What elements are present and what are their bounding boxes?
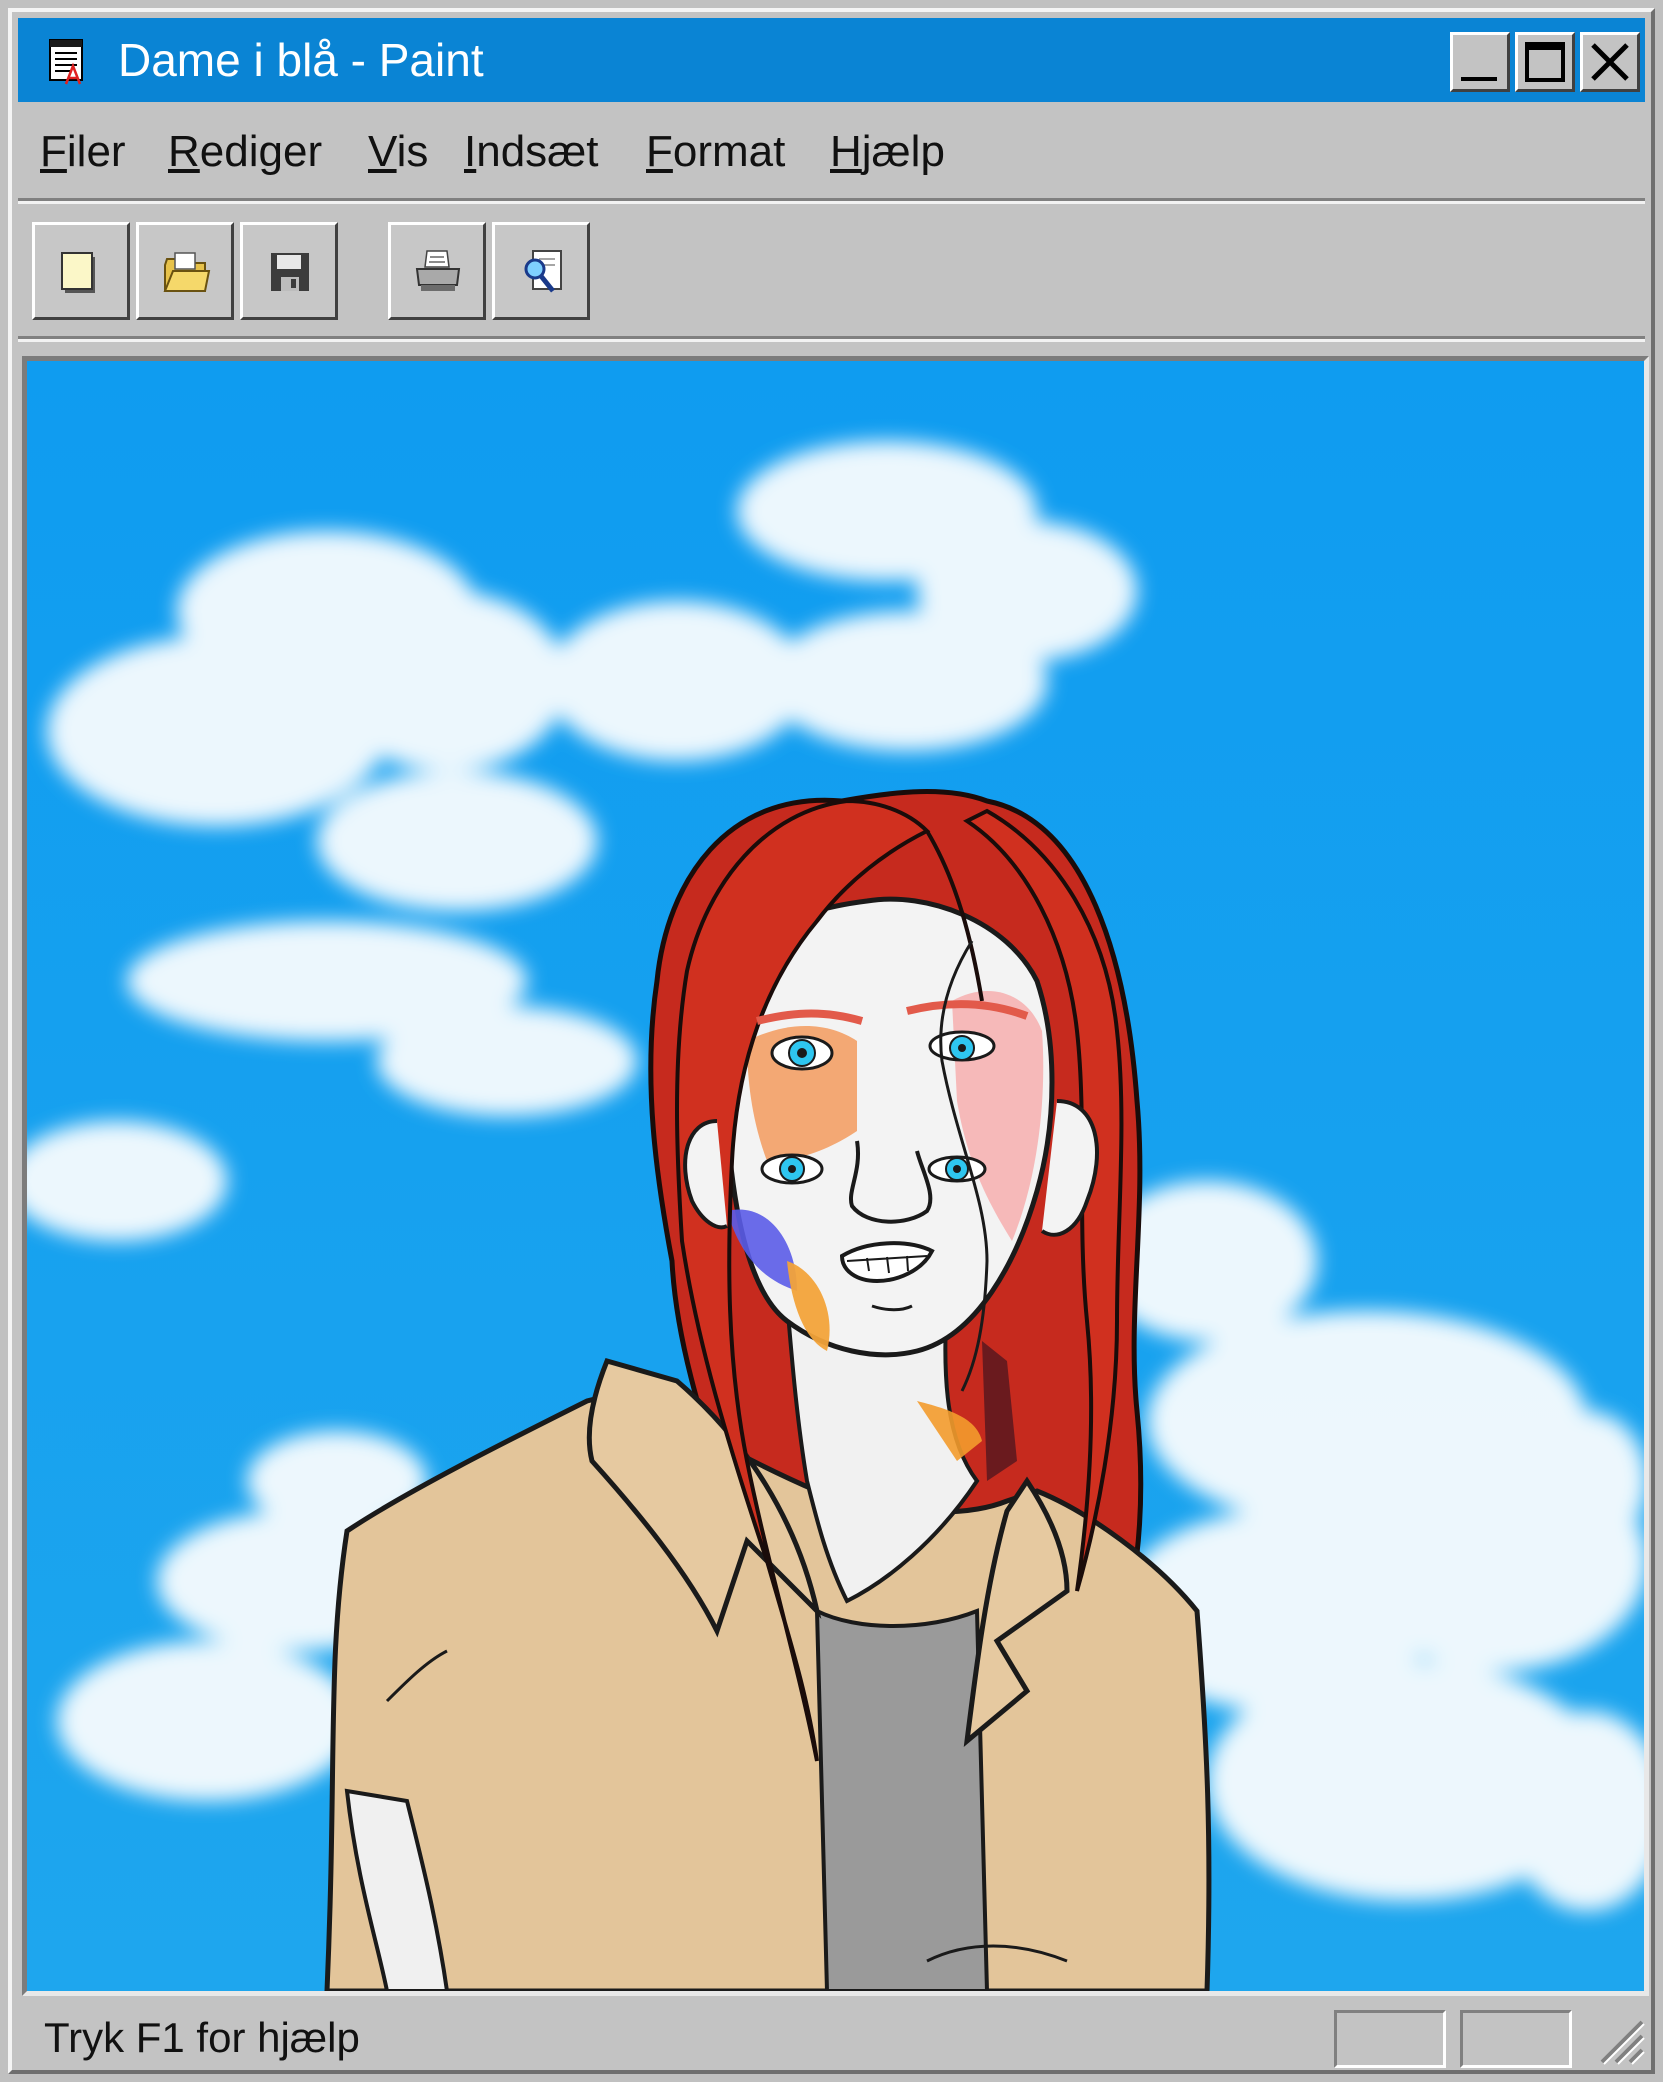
toolbar-separator xyxy=(18,336,1645,342)
print-preview-button[interactable] xyxy=(492,222,590,320)
open-folder-icon xyxy=(163,252,211,292)
shirt xyxy=(814,1607,990,1991)
status-bar: Tryk F1 for hjælp xyxy=(18,2006,1645,2070)
menu-format[interactable]: Format xyxy=(646,126,785,178)
menu-indsaet[interactable]: Indsæt xyxy=(464,126,599,178)
new-document-icon xyxy=(61,252,95,293)
title-bar[interactable]: Dame i blå - Paint xyxy=(18,18,1645,102)
menu-rediger[interactable]: Rediger xyxy=(168,126,322,178)
status-text: Tryk F1 for hjælp xyxy=(44,2014,360,2061)
painting xyxy=(27,361,1644,1991)
menu-separator xyxy=(18,198,1645,204)
close-button[interactable] xyxy=(1580,32,1640,92)
menu-hjaelp[interactable]: Hjælp xyxy=(830,126,945,178)
status-panel-1 xyxy=(1334,2010,1446,2068)
resize-grip-icon[interactable] xyxy=(1590,2010,1646,2068)
paint-window: Dame i blå - Paint Filer Rediger Vis Ind… xyxy=(8,8,1655,2074)
maximize-button[interactable] xyxy=(1515,32,1575,92)
menu-vis[interactable]: Vis xyxy=(368,126,428,178)
print-button[interactable] xyxy=(388,222,486,320)
print-preview-icon xyxy=(524,250,562,293)
minimize-icon xyxy=(1461,77,1497,81)
save-disk-icon xyxy=(271,253,309,291)
save-button[interactable] xyxy=(240,222,338,320)
menu-bar: Filer Rediger Vis Indsæt Format Hjælp xyxy=(18,110,1645,196)
new-button[interactable] xyxy=(32,222,130,320)
maximize-icon xyxy=(1525,42,1565,82)
minimize-button[interactable] xyxy=(1450,32,1510,92)
print-icon xyxy=(415,250,461,291)
open-button[interactable] xyxy=(136,222,234,320)
close-icon xyxy=(1591,43,1629,81)
window-title: Dame i blå - Paint xyxy=(118,34,484,86)
status-panel-2 xyxy=(1460,2010,1572,2068)
drawing-canvas[interactable] xyxy=(22,356,1649,1996)
menu-filer[interactable]: Filer xyxy=(40,126,126,178)
notepad-icon xyxy=(49,39,83,85)
